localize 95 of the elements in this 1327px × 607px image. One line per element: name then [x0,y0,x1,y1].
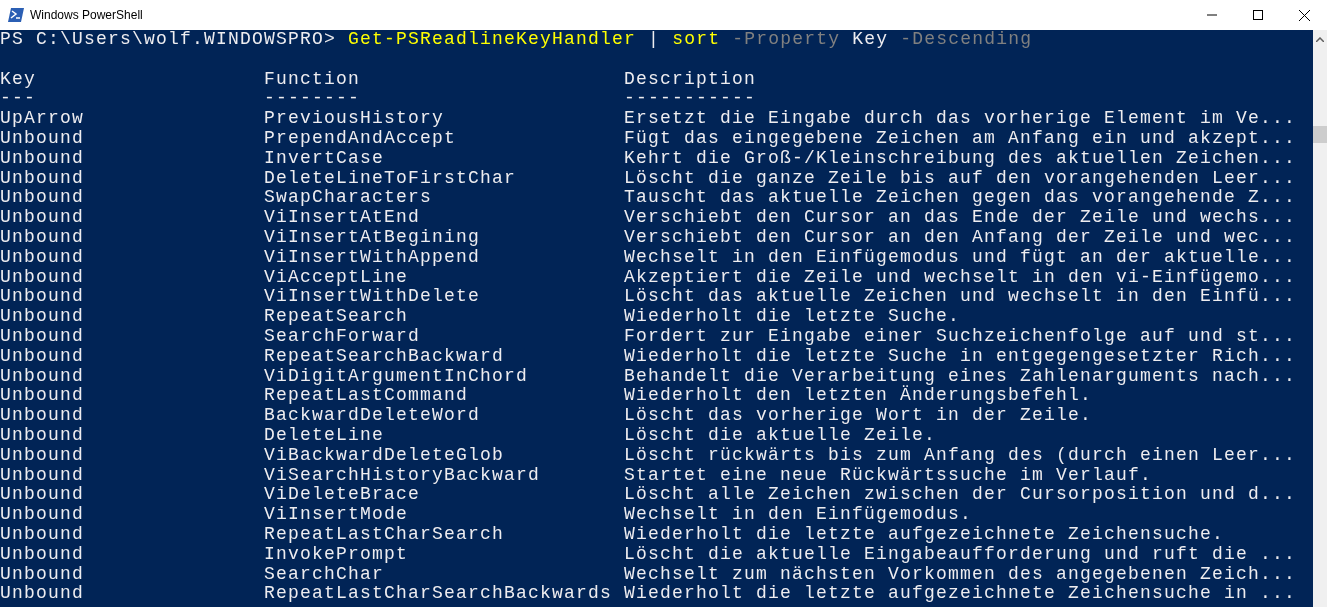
table-cell: DeleteLine [264,424,385,445]
table-cell: Ersetzt die Eingabe durch das vorherige Element im Ve... [624,108,1297,129]
table-cell: SwapCharacters [264,187,433,208]
table-cell: Startet eine neue Rückwärtssuche im Verlauf. [624,464,1153,485]
table-cell: Wiederholt die letzte aufgezeichnete Zeichensuche in ... [624,583,1297,604]
pipe-operator: | [648,30,661,50]
table-cell: Wiederholt die letzte Suche in entgegengesetzter Rich... [624,345,1297,366]
column-header: Key [0,68,36,89]
table-cell: Wechselt in den Einfügemodus. [624,504,973,525]
command-text: sort [672,30,721,50]
table-cell: Löscht das aktuelle Zeichen und wechselt in den Einfü... [624,286,1297,307]
table-cell: SearchForward [264,325,421,346]
table-cell: ViInsertWithDelete [264,286,481,307]
table-cell: Unbound [0,286,84,307]
table-cell: DeleteLineToFirstChar [264,167,517,188]
table-cell: Unbound [0,385,84,406]
table-cell: Akzeptiert die Zeile und wechselt in den vi-Einfügemo... [624,266,1297,287]
table-cell: Löscht alle Zeichen zwischen der Cursorposition und d... [624,484,1297,505]
table-cell: Unbound [0,128,84,148]
table-cell: ViSearchHistoryBackward [264,464,541,485]
table-cell: Unbound [0,405,84,426]
table-cell: Unbound [0,563,84,584]
table-cell: Löscht die aktuelle Zeile. [624,424,937,445]
table-cell: Wiederholt die letzte aufgezeichnete Zeichensuche. [624,523,1225,544]
table-cell: Unbound [0,147,84,168]
close-icon [1298,9,1310,21]
scrollbar[interactable] [1313,30,1327,607]
table-cell: RepeatLastCharSearchBackwards [264,583,613,604]
table-cell: Unbound [0,424,84,445]
table-cell: Unbound [0,266,84,287]
table-cell: UpArrow [0,108,84,129]
table-cell: Löscht das vorherige Wort in der Zeile. [624,405,1093,426]
table-cell: Verschiebt den Cursor an den Anfang der Zeile und wec... [624,226,1297,247]
table-cell: Unbound [0,523,84,544]
table-cell: InvokePrompt [264,543,409,564]
header-underline: ----------- [624,88,757,109]
table-cell: Unbound [0,464,84,485]
table-cell: RepeatSearch [264,306,409,327]
table-cell: Behandelt die Verarbeitung eines Zahlenarguments nach... [624,365,1297,386]
table-cell: ViBackwardDeleteGlob [264,444,505,465]
table-cell: Wiederholt die letzte Suche. [624,306,961,327]
table-cell: Unbound [0,167,84,188]
table-cell: Löscht die ganze Zeile bis auf den vorangehenden Leer... [624,167,1297,188]
table-cell: Unbound [0,365,84,386]
column-header: Description [624,68,757,89]
table-cell: Unbound [0,583,84,604]
column-header: Function [264,68,360,89]
table-cell: Fügt das eingegebene Zeichen am Anfang ein und akzept... [624,128,1297,148]
table-cell: Unbound [0,543,84,564]
table-cell: Unbound [0,325,84,346]
table-cell: RepeatLastCommand [264,385,469,406]
parameter-text: -Property [732,30,841,50]
argument-text: Key [852,30,889,50]
table-cell: BackwardDeleteWord [264,405,481,426]
table-cell: Kehrt die Groß-/Kleinschreibung des aktuellen Zeichen... [624,147,1297,168]
table-cell: ViDigitArgumentInChord [264,365,529,386]
table-cell: Unbound [0,306,84,327]
table-cell: Unbound [0,187,84,208]
header-underline: -------- [264,88,360,109]
table-cell: PreviousHistory [264,108,445,129]
table-cell: ViInsertAtEnd [264,207,421,228]
table-cell: RepeatSearchBackward [264,345,505,366]
table-cell: InvertCase [264,147,385,168]
table-cell: Unbound [0,226,84,247]
table-cell: Wiederholt den letzten Änderungsbefehl. [624,385,1093,406]
table-cell: Tauscht das aktuelle Zeichen gegen das vorangehende Z... [624,187,1297,208]
parameter-text: -Descending [900,30,1033,50]
scroll-up-icon[interactable] [1316,37,1324,42]
table-cell: Unbound [0,444,84,465]
table-cell: Verschiebt den Cursor an das Ende der Zeile und wechs... [624,207,1297,228]
table-cell: Unbound [0,207,84,228]
table-cell: SearchChar [264,563,385,584]
table-cell: ViInsertAtBegining [264,226,481,247]
table-cell: Fordert zur Eingabe einer Suchzeichenfolge auf und st... [624,325,1297,346]
table-cell: ViDeleteBrace [264,484,421,505]
window-title: Windows PowerShell [30,7,143,24]
command-text: Get-PSReadlineKeyHandler [348,30,637,50]
table-cell: PrependAndAccept [264,128,457,148]
table-cell: Unbound [0,345,84,366]
maximize-icon [1253,10,1263,20]
header-underline: --- [0,88,36,109]
scrollbar-thumb[interactable] [1313,126,1327,143]
table-cell: RepeatLastCharSearch [264,523,505,544]
table-cell: Unbound [0,484,84,505]
table-cell: Löscht die aktuelle Eingabeaufforderung und ruft die ... [624,543,1297,564]
table-cell: Unbound [0,246,84,267]
table-cell: ViAcceptLine [264,266,409,287]
table-cell: ViInsertMode [264,504,409,525]
table-cell: Wechselt in den Einfügemodus und fügt an der aktuelle... [624,246,1297,267]
prompt-text: PS C:\Users\wolf.WINDOWSPRO> [0,30,337,50]
table-cell: ViInsertWithAppend [264,246,481,267]
table-cell: Löscht rückwärts bis zum Anfang des (durch einen Leer... [624,444,1297,465]
terminal-icon [8,8,24,22]
table-cell: Unbound [0,504,84,525]
table-cell: Wechselt zum nächsten Vorkommen des angegebenen Zeich... [624,563,1297,584]
